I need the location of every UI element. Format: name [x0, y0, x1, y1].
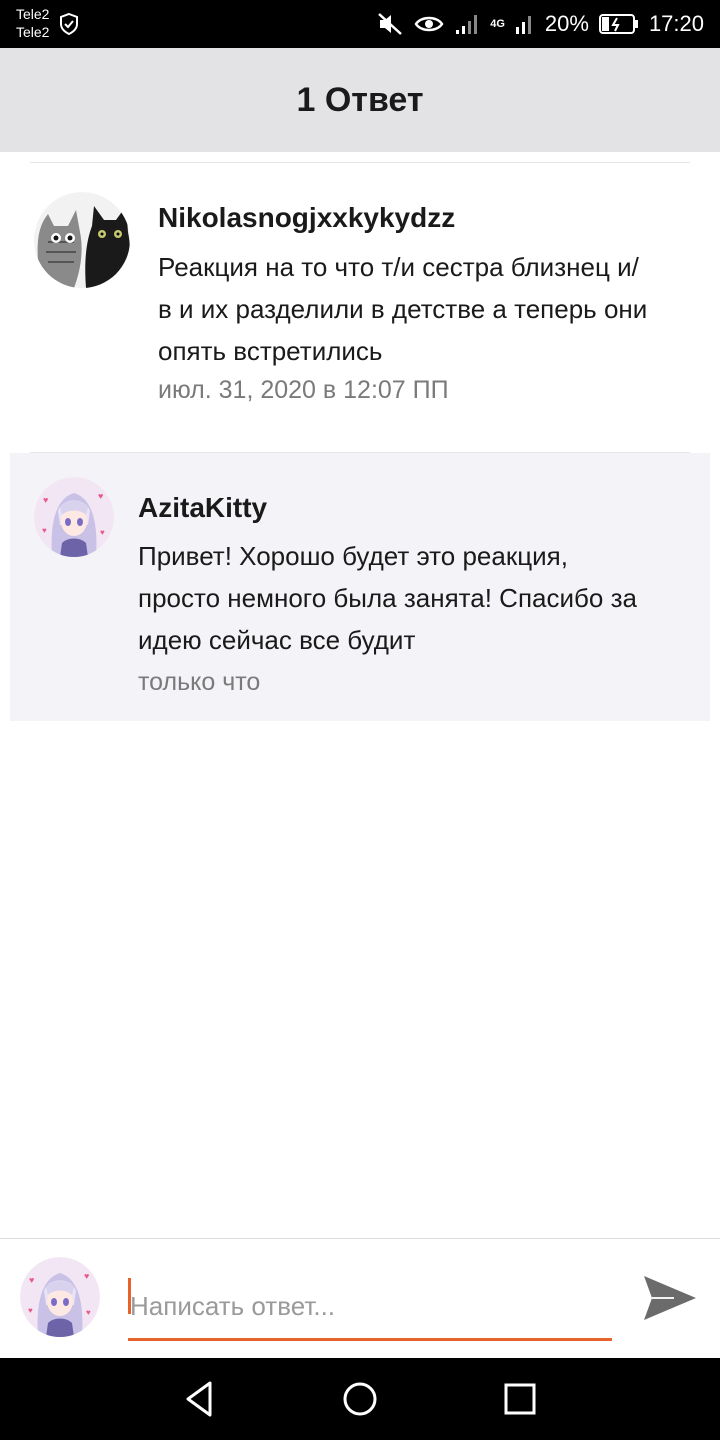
eye-icon: [414, 16, 444, 32]
svg-text:♥: ♥: [100, 528, 105, 537]
svg-text:♥: ♥: [29, 1275, 34, 1285]
send-icon[interactable]: [640, 1270, 700, 1326]
svg-text:♥: ♥: [42, 526, 47, 535]
comment-text-line: опять встретились: [158, 336, 383, 366]
comment-text-line: в и их разделили в детстве а теперь они: [158, 294, 648, 324]
back-icon[interactable]: [176, 1375, 224, 1423]
svg-text:♥: ♥: [86, 1308, 91, 1317]
battery-icon: [598, 14, 638, 34]
battery-percent: 20%: [544, 11, 589, 36]
recents-icon[interactable]: [496, 1375, 544, 1423]
comment-text: Привет! Хорошо будет это реакция, просто…: [138, 535, 637, 661]
carrier-1: Tele2: [16, 6, 50, 22]
comment-text-line: идею сейчас все будит: [138, 625, 416, 655]
home-icon[interactable]: [336, 1375, 384, 1423]
comment-timestamp: только что: [138, 668, 261, 696]
comment-author[interactable]: Nikolasnogjxxkykydzz: [158, 202, 455, 234]
reply-input[interactable]: [128, 1275, 612, 1341]
anime-girl-avatar[interactable]: ♥ ♥ ♥ ♥: [34, 477, 114, 557]
comment-timestamp: июл. 31, 2020 в 12:07 ПП: [158, 376, 449, 404]
text-cursor: [128, 1278, 131, 1314]
status-icons: 4G 20% 17:20: [376, 0, 704, 48]
signal-icon: [456, 15, 478, 34]
status-bar: Tele2 Tele2 4G 20% 17:20: [0, 0, 720, 48]
comment-text-line: просто немного была занята! Спасибо за: [138, 583, 637, 613]
comment-text: Реакция на то что т/и сестра близнец и/ …: [158, 246, 647, 372]
clock: 17:20: [648, 11, 704, 36]
header-bar: 1 Ответ: [0, 48, 720, 152]
network-type: 4G: [490, 18, 505, 30]
reply-composer: ♥ ♥ ♥ ♥: [0, 1238, 720, 1358]
comment-author[interactable]: AzitaKitty: [138, 492, 267, 524]
svg-text:♥: ♥: [84, 1271, 89, 1281]
system-nav-bar: [0, 1358, 720, 1440]
signal-icon: [515, 16, 531, 34]
mute-icon: [378, 13, 403, 35]
carrier-2: Tele2: [16, 24, 50, 40]
page-title: 1 Ответ: [296, 80, 424, 119]
shield-check-icon: [60, 12, 78, 36]
divider: [30, 162, 690, 163]
comment-text-line: Реакция на то что т/и сестра близнец и/: [158, 252, 639, 282]
carrier-labels: Tele2 Tele2: [16, 5, 49, 41]
anime-girl-avatar[interactable]: ♥ ♥ ♥ ♥: [20, 1257, 100, 1337]
comment-text-line: Привет! Хорошо будет это реакция,: [138, 541, 568, 571]
svg-text:♥: ♥: [28, 1306, 33, 1315]
cats-avatar[interactable]: [34, 192, 130, 288]
svg-text:♥: ♥: [43, 495, 48, 505]
svg-text:♥: ♥: [98, 491, 103, 501]
